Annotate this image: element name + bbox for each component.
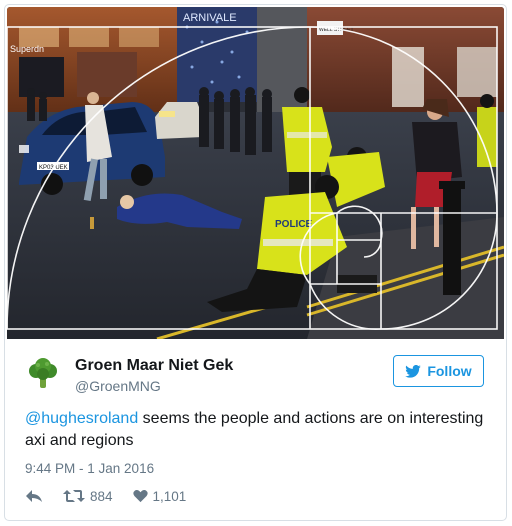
retweet-button[interactable]: 884 [63, 489, 113, 504]
avatar[interactable] [25, 356, 61, 392]
tweet-card: Superdn ARNIVALE WELL STREET KP03 UEK PO… [4, 4, 507, 521]
reply-icon [26, 490, 42, 502]
twitter-bird-icon [405, 364, 422, 378]
tweet-photo[interactable]: Superdn ARNIVALE WELL STREET KP03 UEK PO… [7, 7, 504, 339]
timestamp[interactable]: 9:44 PM - 1 Jan 2016 [25, 461, 154, 476]
follow-button[interactable]: Follow [393, 355, 484, 387]
retweet-icon [63, 490, 85, 502]
mention-link[interactable]: @hughesroland [25, 410, 138, 427]
retweet-count: 884 [90, 488, 113, 504]
broccoli-icon [29, 358, 57, 388]
action-bar: 884 1,101 [25, 486, 186, 506]
follow-label: Follow [427, 363, 472, 379]
author-handle[interactable]: @GroenMNG [75, 378, 161, 394]
heart-icon [132, 490, 148, 503]
author-name[interactable]: Groen Maar Niet Gek [75, 357, 233, 375]
store-sign-top: ARNIVALE [183, 12, 237, 24]
like-button[interactable]: 1,101 [132, 488, 187, 504]
police-vest-label: POLICE [275, 219, 313, 230]
reply-button[interactable] [25, 489, 43, 503]
tweet-text: @hughesroland seems the people and actio… [25, 408, 485, 452]
store-sign-left: Superdn [10, 44, 44, 54]
like-count: 1,101 [152, 488, 187, 504]
